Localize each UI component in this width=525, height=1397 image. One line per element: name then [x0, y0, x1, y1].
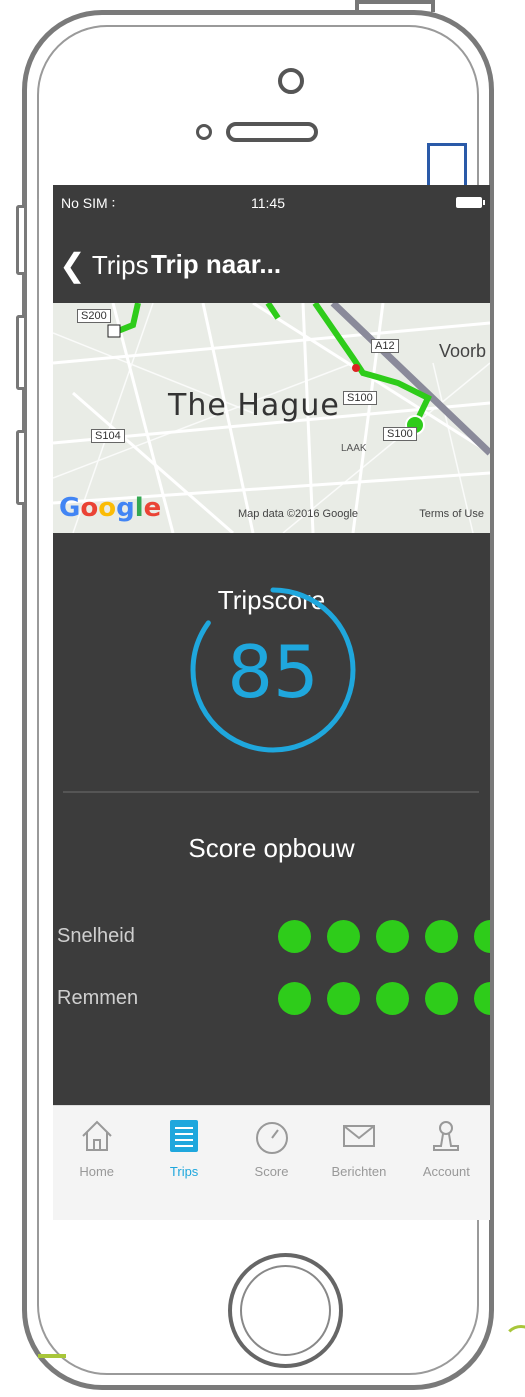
- tab-home[interactable]: Home: [53, 1106, 140, 1220]
- rating-dot: [474, 982, 490, 1015]
- rating-dot: [278, 920, 311, 953]
- decorative-line: [38, 1354, 66, 1358]
- tab-score[interactable]: Score: [228, 1106, 315, 1220]
- back-button[interactable]: ❮ Trips: [59, 249, 149, 281]
- map-attribution: Map data ©2016 Google: [238, 508, 359, 520]
- tab-bar: Home Trips Score Berichten Account: [53, 1105, 490, 1220]
- rating-dot: [474, 920, 490, 953]
- tab-label: Score: [254, 1164, 289, 1179]
- road-label: S100: [383, 427, 417, 441]
- map-city-label: The Hague: [168, 388, 340, 423]
- section-divider: [63, 791, 479, 793]
- trip-map[interactable]: S200 S104 S100 S100 A12 LAAK The Hague V…: [53, 303, 490, 533]
- nav-bar: ❮ Trips Trip naar...: [53, 223, 490, 303]
- volume-up-button: [16, 315, 24, 390]
- tab-label: Berichten: [331, 1164, 387, 1179]
- tab-label: Account: [422, 1164, 470, 1179]
- list-icon: [170, 1120, 199, 1152]
- rating-dot: [376, 920, 409, 953]
- tab-messages[interactable]: Berichten: [315, 1106, 402, 1220]
- google-logo: Google: [59, 493, 162, 523]
- score-row-dots: [278, 982, 490, 1015]
- score-row-dots: [278, 920, 490, 953]
- earpiece-speaker: [226, 122, 318, 142]
- tab-account[interactable]: Account: [403, 1106, 490, 1220]
- rating-dot: [425, 920, 458, 953]
- back-label: Trips: [91, 249, 149, 280]
- rating-dot: [376, 982, 409, 1015]
- decorative-arc: [503, 1325, 525, 1361]
- front-camera: [196, 124, 212, 140]
- chevron-left-icon: ❮: [59, 247, 86, 283]
- rating-dot: [327, 920, 360, 953]
- map-area-label: Voorb: [438, 341, 486, 361]
- score-row-label: Snelheid: [57, 925, 135, 947]
- rating-dot: [425, 982, 458, 1015]
- speedometer-icon: [255, 1122, 288, 1154]
- mute-switch: [16, 205, 24, 275]
- terms-link[interactable]: Terms of Use: [419, 508, 484, 520]
- home-icon: [81, 1120, 112, 1151]
- road-label: S104: [91, 429, 125, 443]
- wifi-icon: ∶: [111, 195, 116, 211]
- page-title: Trip naar...: [151, 249, 282, 279]
- score-build-title: Score opbouw: [188, 833, 355, 863]
- tab-trips[interactable]: Trips: [140, 1106, 227, 1220]
- home-button[interactable]: [228, 1253, 343, 1368]
- app-screen: No SIM ∶ 11:45 ❮ Trips Trip naar... S200…: [53, 185, 490, 1220]
- road-label: A12: [371, 339, 399, 353]
- tab-label: Home: [79, 1164, 115, 1179]
- map-area-label: LAAK: [341, 443, 367, 454]
- carrier-label: No SIM ∶: [61, 195, 116, 211]
- volume-down-button: [16, 430, 24, 505]
- tab-label: Trips: [169, 1164, 199, 1179]
- tripscore-value: 85: [227, 630, 319, 714]
- envelope-icon: [342, 1125, 375, 1147]
- status-bar: No SIM ∶ 11:45: [53, 185, 490, 223]
- road-label: S100: [343, 391, 377, 405]
- road-label: S200: [77, 309, 111, 323]
- battery-icon: [456, 197, 485, 208]
- rating-dot: [327, 982, 360, 1015]
- score-row-label: Remmen: [57, 987, 139, 1009]
- rating-dot: [278, 982, 311, 1015]
- status-time: 11:45: [251, 195, 285, 211]
- front-sensor: [278, 68, 304, 94]
- person-icon: [433, 1121, 460, 1151]
